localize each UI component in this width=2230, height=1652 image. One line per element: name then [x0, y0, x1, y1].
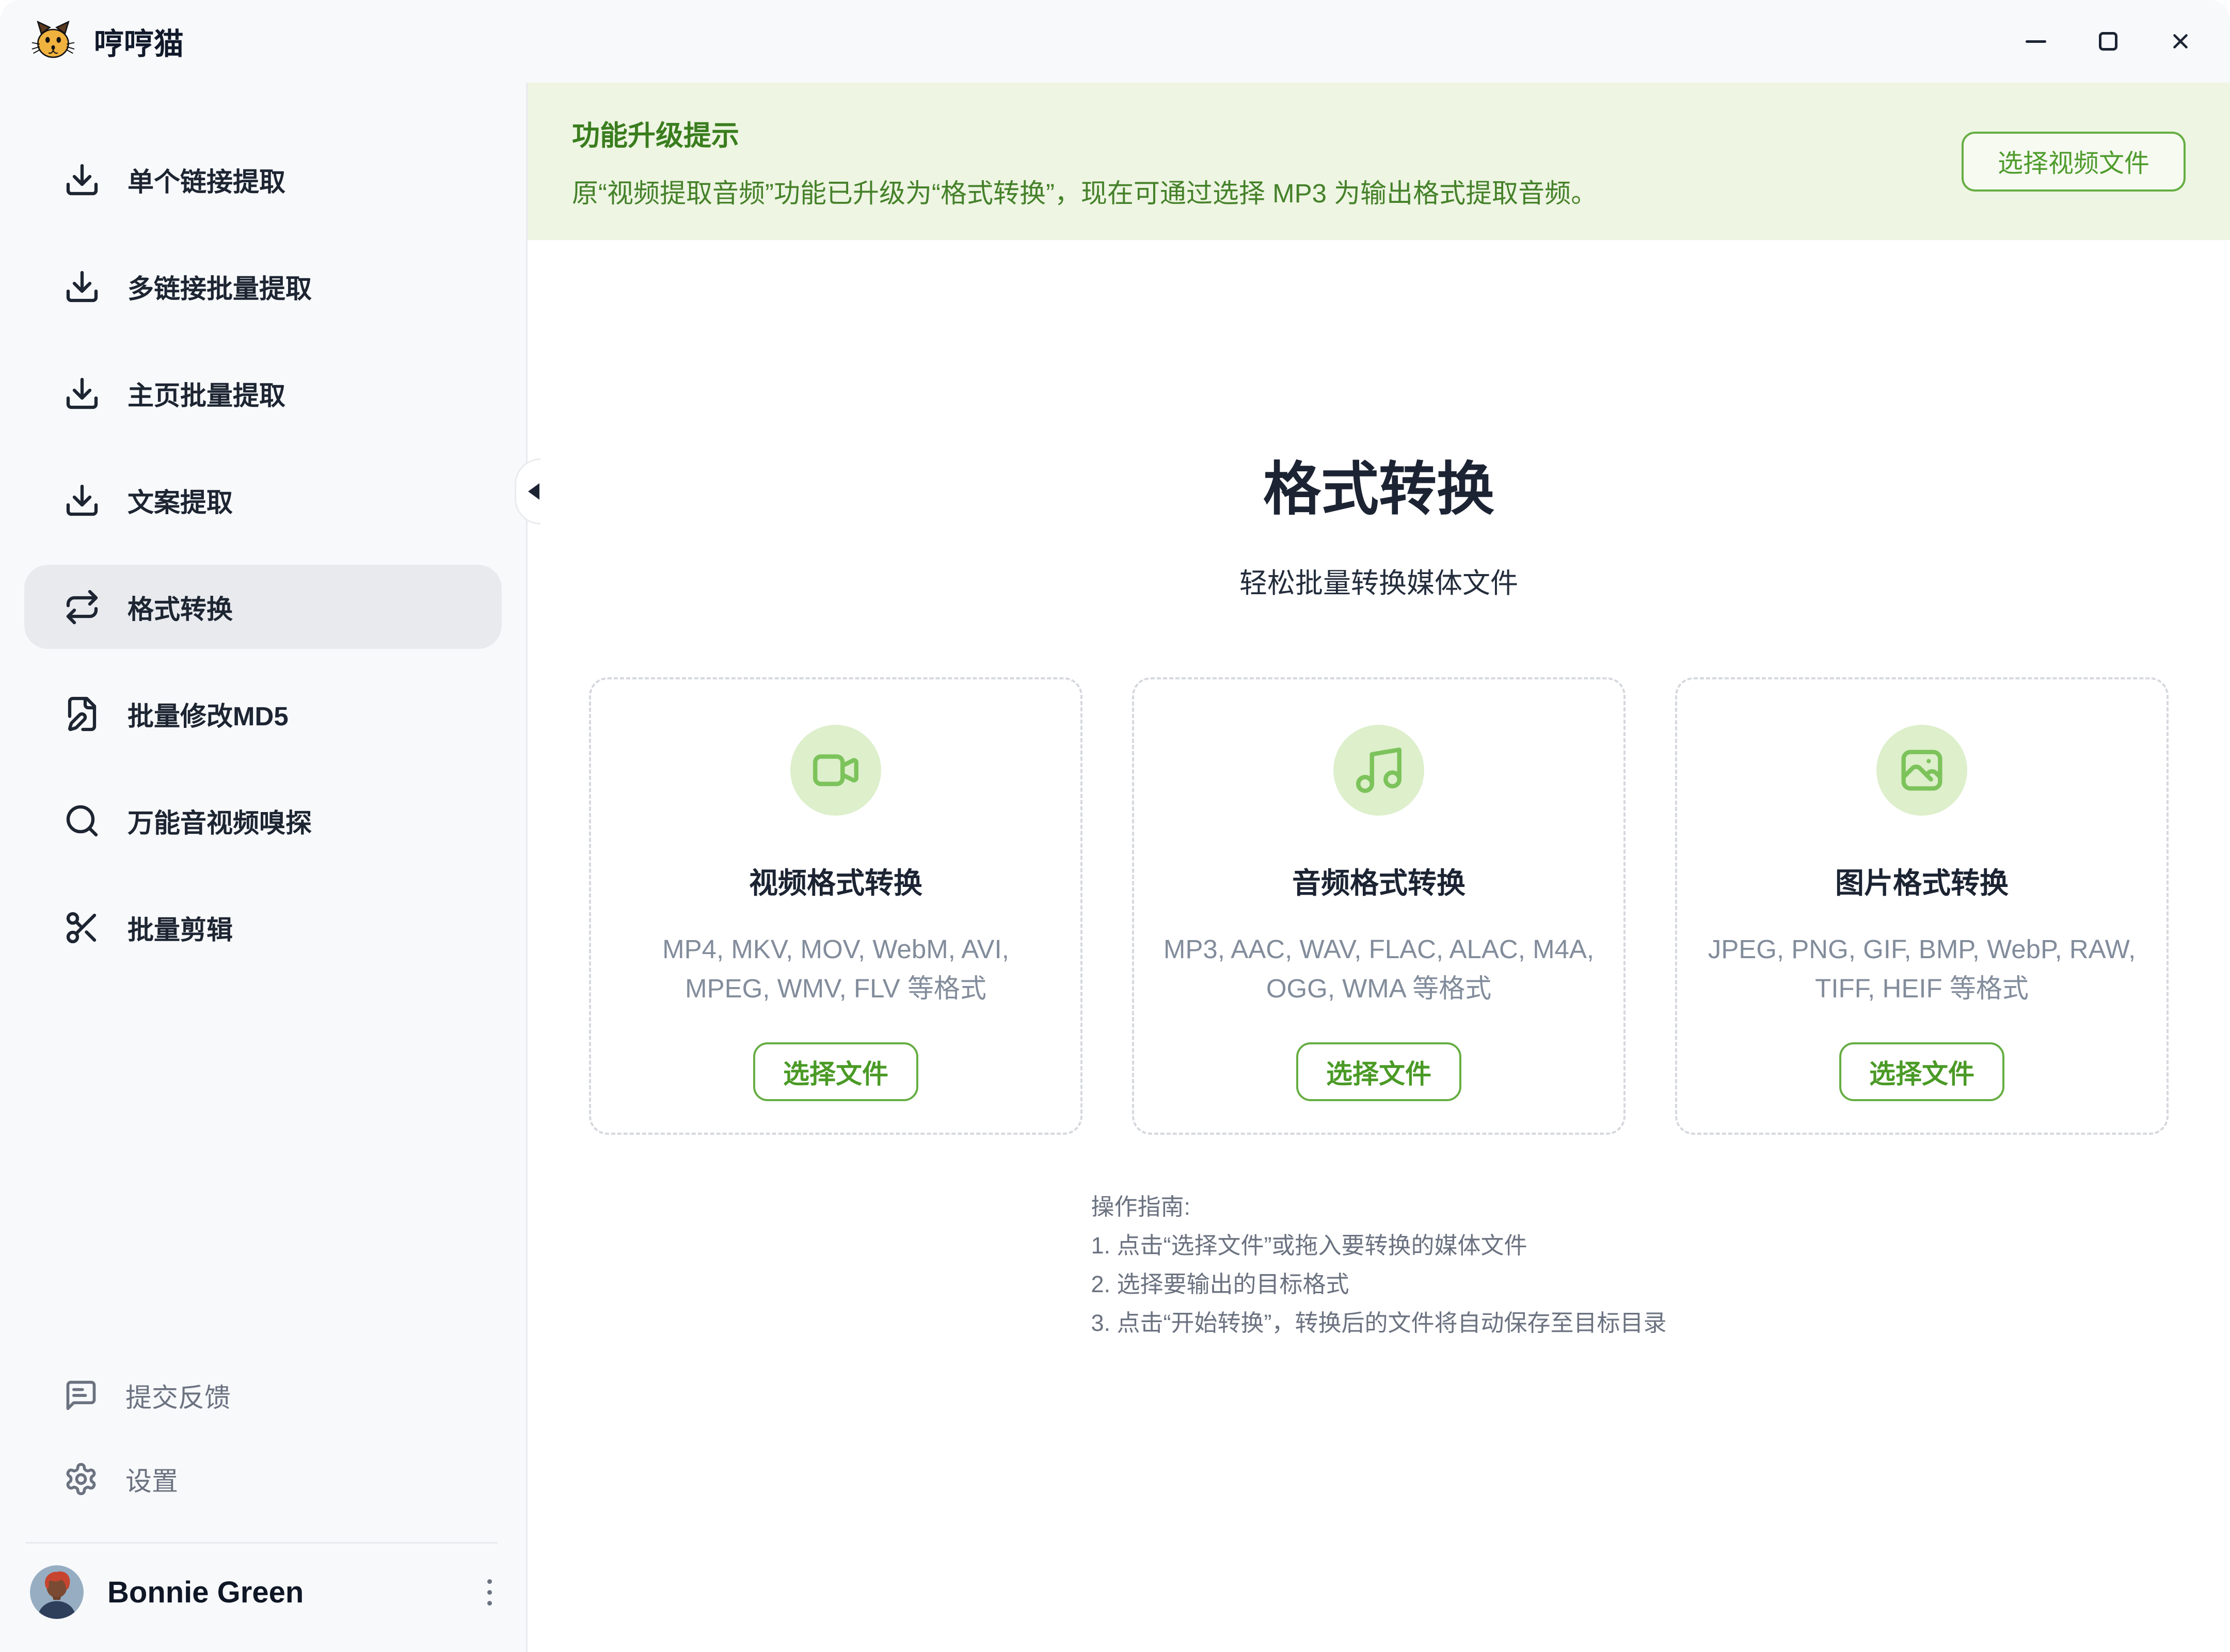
- card-formats: MP3, AAC, WAV, FLAC, ALAC, M4A, OGG, WMA…: [1134, 930, 1623, 1008]
- select-video-file-button[interactable]: 选择视频文件: [1962, 132, 2186, 192]
- sidebar-item-batch-edit[interactable]: 批量剪辑: [24, 885, 502, 970]
- download-icon: [63, 375, 101, 412]
- card-formats: MP4, MKV, MOV, WebM, AVI, MPEG, WMV, FLV…: [591, 930, 1080, 1008]
- sidebar-item-batch-modify-md5[interactable]: 批量修改MD5: [24, 672, 502, 756]
- sidebar-nav: 单个链接提取 多链接批量提取 主页批量提取 文案提取 格式转换: [0, 137, 526, 970]
- video-icon-circle: [790, 725, 881, 816]
- card-formats: JPEG, PNG, GIF, BMP, WebP, RAW, TIFF, HE…: [1677, 930, 2167, 1008]
- guide-step: 1. 点击“选择文件”或拖入要转换的媒体文件: [1091, 1226, 1666, 1265]
- download-icon: [63, 161, 101, 198]
- app-title: 哼哼猫: [94, 20, 184, 63]
- music-icon-circle: [1333, 725, 1424, 816]
- sidebar-item-homepage-batch-extract[interactable]: 主页批量提取: [24, 351, 502, 435]
- close-icon: [2169, 29, 2192, 53]
- sidebar-item-feedback[interactable]: 提交反馈: [24, 1356, 502, 1435]
- upgrade-banner-title: 功能升级提示: [572, 113, 1597, 153]
- upgrade-banner-text: 功能升级提示 原“视频提取音频”功能已升级为“格式转换”，现在可通过选择 MP3…: [572, 113, 1597, 210]
- sidebar-item-label: 提交反馈: [125, 1376, 231, 1415]
- download-icon: [63, 482, 101, 519]
- window-controls: [2022, 28, 2194, 55]
- sidebar-item-av-sniffer[interactable]: 万能音视频嗅探: [24, 779, 502, 863]
- conversion-cards: 视频格式转换 MP4, MKV, MOV, WebM, AVI, MPEG, W…: [528, 677, 2230, 1135]
- video-convert-card: 视频格式转换 MP4, MKV, MOV, WebM, AVI, MPEG, W…: [589, 677, 1082, 1135]
- close-button[interactable]: [2167, 28, 2194, 55]
- image-convert-card: 图片格式转换 JPEG, PNG, GIF, BMP, WebP, RAW, T…: [1675, 677, 2169, 1135]
- sidebar-item-label: 批量修改MD5: [128, 695, 289, 733]
- sidebar-item-single-link-extract[interactable]: 单个链接提取: [24, 137, 502, 221]
- search-icon: [63, 802, 101, 839]
- main-row: 单个链接提取 多链接批量提取 主页批量提取 文案提取 格式转换: [0, 83, 2230, 1652]
- repeat-icon: [63, 589, 101, 626]
- sidebar-item-label: 格式转换: [128, 588, 233, 626]
- app-logo-cat-icon: [31, 19, 75, 63]
- user-profile-row[interactable]: Bonnie Green: [0, 1565, 526, 1619]
- sidebar-footer: 提交反馈 设置: [0, 1356, 526, 1518]
- sidebar: 单个链接提取 多链接批量提取 主页批量提取 文案提取 格式转换: [0, 83, 526, 1652]
- sidebar-item-label: 设置: [125, 1460, 178, 1498]
- minimize-button[interactable]: [2022, 28, 2049, 55]
- content-area: 功能升级提示 原“视频提取音频”功能已升级为“格式转换”，现在可通过选择 MP3…: [526, 83, 2230, 1652]
- download-icon: [63, 268, 101, 305]
- titlebar: 哼哼猫: [0, 0, 2230, 83]
- guide-step: 2. 选择要输出的目标格式: [1091, 1265, 1666, 1304]
- sidebar-item-multi-link-batch-extract[interactable]: 多链接批量提取: [24, 244, 502, 328]
- card-title: 视频格式转换: [749, 860, 922, 902]
- avatar: [30, 1565, 84, 1619]
- page-title: 格式转换: [528, 442, 2230, 526]
- sidebar-item-label: 主页批量提取: [128, 374, 285, 412]
- guide-step: 3. 点击“开始转换”，转换后的文件将自动保存至目标目录: [1091, 1304, 1666, 1342]
- sidebar-item-label: 批量剪辑: [128, 909, 233, 947]
- upgrade-banner-body: 原“视频提取音频”功能已升级为“格式转换”，现在可通过选择 MP3 为输出格式提…: [572, 172, 1597, 210]
- page-header: 格式转换 轻松批量转换媒体文件: [528, 442, 2230, 601]
- sidebar-item-copy-extract[interactable]: 文案提取: [24, 458, 502, 542]
- sidebar-spacer: [0, 970, 526, 1356]
- user-name: Bonnie Green: [107, 1575, 304, 1610]
- music-icon: [1351, 743, 1406, 798]
- sidebar-item-label: 多链接批量提取: [128, 267, 312, 306]
- sidebar-item-format-convert[interactable]: 格式转换: [24, 565, 502, 649]
- settings-gear-icon: [63, 1462, 99, 1497]
- image-icon: [1894, 743, 1949, 798]
- scissors-icon: [63, 909, 101, 946]
- card-title: 图片格式转换: [1835, 860, 2009, 902]
- sidebar-item-settings[interactable]: 设置: [24, 1440, 502, 1518]
- usage-guide: 操作指南: 1. 点击“选择文件”或拖入要转换的媒体文件 2. 选择要输出的目标…: [1091, 1187, 1666, 1342]
- sidebar-divider: [26, 1542, 498, 1544]
- audio-convert-card: 音频格式转换 MP3, AAC, WAV, FLAC, ALAC, M4A, O…: [1132, 677, 1626, 1135]
- minimize-icon: [2026, 40, 2046, 43]
- card-title: 音频格式转换: [1292, 860, 1466, 902]
- guide-heading: 操作指南:: [1091, 1187, 1666, 1226]
- feedback-message-icon: [63, 1378, 99, 1413]
- file-pen-icon: [63, 695, 101, 733]
- image-icon-circle: [1876, 725, 1967, 816]
- sidebar-item-label: 文案提取: [128, 481, 233, 519]
- video-icon: [808, 743, 863, 798]
- select-file-button-audio[interactable]: 选择文件: [1296, 1042, 1461, 1101]
- select-file-button-image[interactable]: 选择文件: [1839, 1042, 2004, 1101]
- sidebar-item-label: 万能音视频嗅探: [128, 802, 312, 840]
- chevron-left-icon: [528, 483, 539, 500]
- select-file-button-video[interactable]: 选择文件: [753, 1042, 918, 1101]
- upgrade-banner: 功能升级提示 原“视频提取音频”功能已升级为“格式转换”，现在可通过选择 MP3…: [528, 83, 2230, 240]
- user-menu-kebab-icon[interactable]: [480, 1572, 499, 1613]
- sidebar-item-label: 单个链接提取: [128, 161, 285, 199]
- app-window: 哼哼猫 单个链接提取 多链接批量提取: [0, 0, 2230, 1652]
- maximize-icon: [2099, 32, 2117, 51]
- maximize-button[interactable]: [2095, 28, 2122, 55]
- page-subtitle: 轻松批量转换媒体文件: [528, 560, 2230, 601]
